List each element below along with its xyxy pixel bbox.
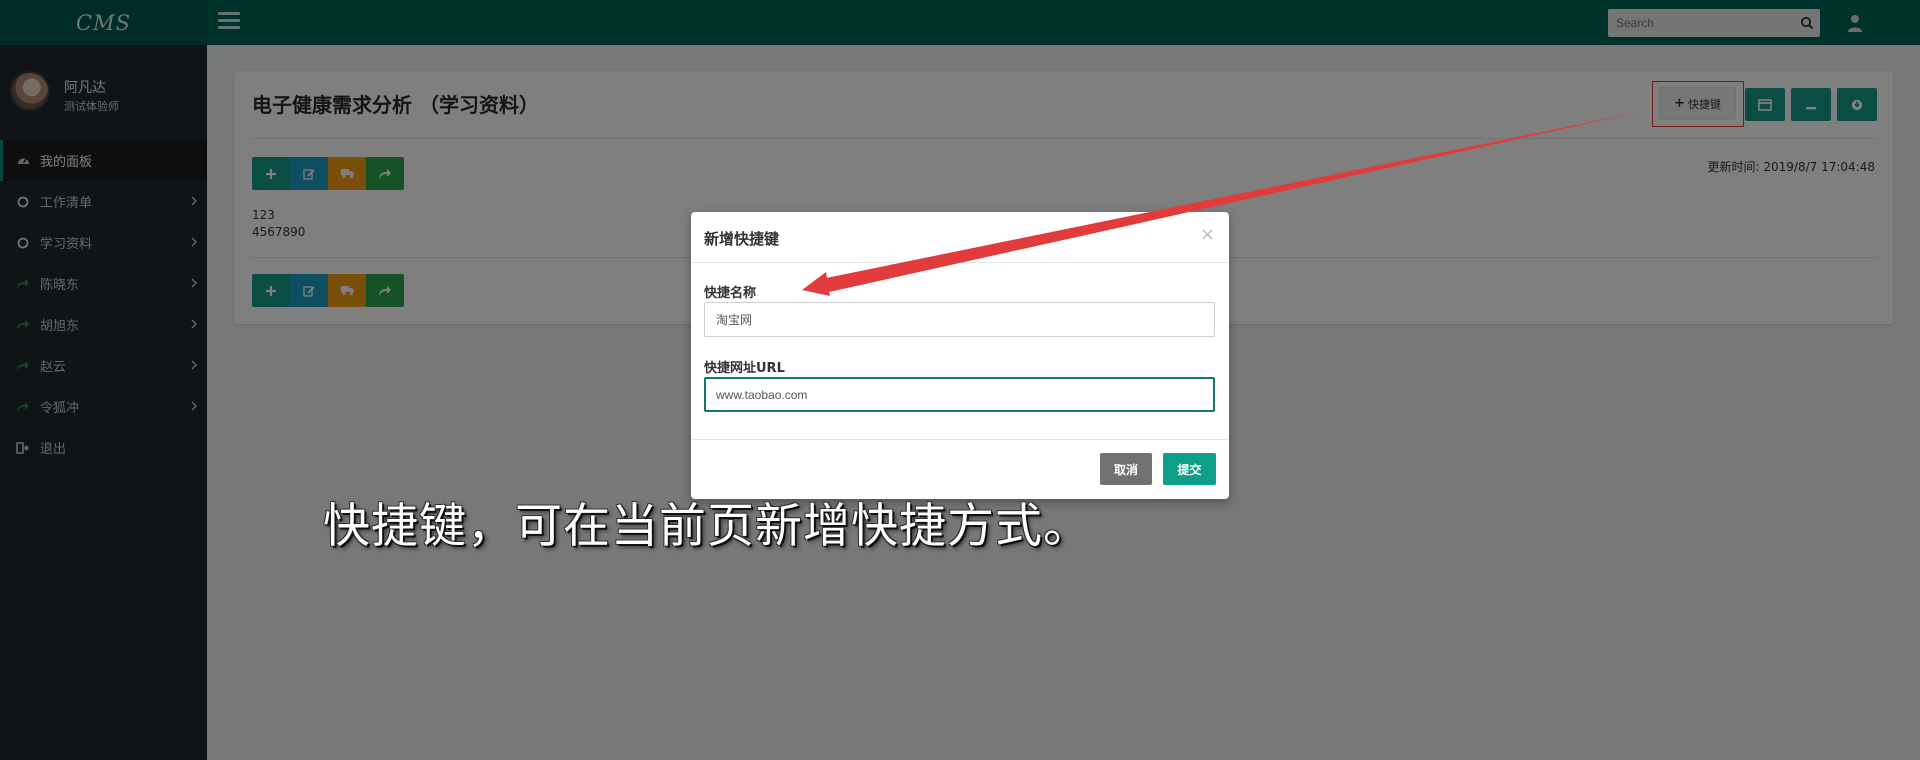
cancel-button[interactable]: 取消 [1100,453,1152,485]
shortcut-name-input[interactable] [704,302,1215,337]
annotation-caption: 快捷键，可在当前页新增快捷方式。 [323,499,1091,554]
submit-button[interactable]: 提交 [1163,453,1216,485]
shortcut-url-label: 快捷网址URL [704,361,785,376]
add-shortcut-dialog: 新增快捷键 × 快捷名称 快捷网址URL 取消 提交 [691,212,1229,499]
dialog-title: 新增快捷键 [704,230,780,248]
divider [691,262,1229,263]
shortcut-name-label: 快捷名称 [704,286,757,301]
shortcut-url-input[interactable] [704,377,1215,412]
divider [691,439,1229,440]
close-icon[interactable]: × [1200,224,1215,245]
